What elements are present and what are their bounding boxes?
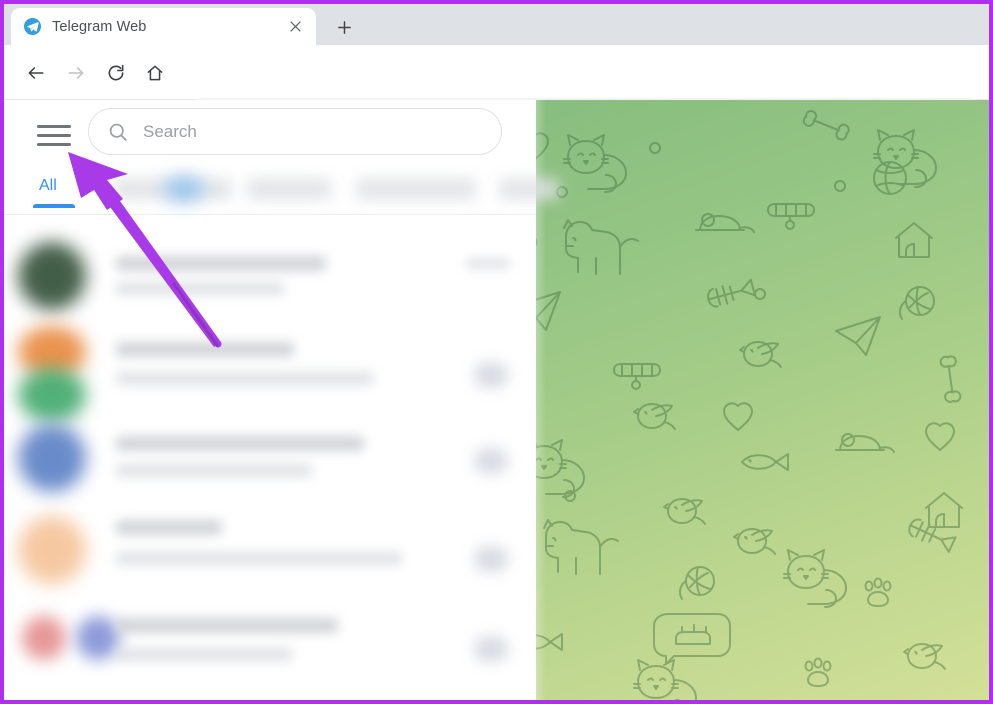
avatar[interactable] <box>18 242 86 310</box>
chat-list-item[interactable] <box>4 320 536 422</box>
chat-title-redacted <box>116 436 364 451</box>
chat-list-item[interactable] <box>4 414 536 502</box>
chat-list-item[interactable] <box>4 506 536 594</box>
search-placeholder: Search <box>143 121 197 141</box>
search-input[interactable]: Search <box>88 108 502 155</box>
chat-title-redacted <box>116 618 338 633</box>
home-icon[interactable] <box>139 57 170 88</box>
unread-badge-redacted <box>474 636 508 662</box>
chat-preview-redacted <box>116 648 292 661</box>
new-tab-button[interactable] <box>331 14 357 40</box>
unread-badge-redacted <box>474 448 508 474</box>
browser-tab-title: Telegram Web <box>52 18 147 35</box>
chat-title-redacted <box>116 256 326 271</box>
avatar[interactable] <box>18 424 86 492</box>
avatar[interactable] <box>22 616 66 660</box>
chat-preview-redacted <box>116 464 312 477</box>
browser-tab-strip: Telegram Web <box>4 4 989 45</box>
chat-background-area <box>504 100 989 700</box>
hamburger-menu-icon[interactable] <box>34 118 74 152</box>
unread-badge-redacted <box>474 362 508 388</box>
chat-preview-redacted <box>116 372 374 385</box>
folder-tab-active-indicator <box>33 204 75 208</box>
telegram-web-app: All Search <box>4 100 989 700</box>
folder-tab-redacted-3[interactable] <box>356 178 476 200</box>
avatar-secondary[interactable] <box>76 616 120 660</box>
chat-list-item[interactable] <box>4 598 536 686</box>
folder-tabs-row: All <box>4 168 559 215</box>
reload-icon[interactable] <box>100 57 131 88</box>
chat-list-item[interactable] <box>4 232 536 320</box>
telegram-paper-plane-icon <box>24 18 41 35</box>
chat-list[interactable] <box>4 216 536 700</box>
chat-background-doodle-pattern <box>510 100 979 700</box>
browser-tab[interactable]: Telegram Web <box>11 8 316 45</box>
avatar[interactable] <box>18 516 86 584</box>
folder-tab-all[interactable]: All <box>39 177 57 195</box>
chat-preview-redacted <box>116 552 402 565</box>
chat-title-redacted <box>116 520 222 535</box>
browser-window: Telegram Web All Search <box>0 0 993 704</box>
chat-title-redacted <box>116 342 294 357</box>
folder-tab-redacted-4[interactable] <box>499 178 559 200</box>
telegram-sidebar: All <box>4 100 559 700</box>
back-arrow-icon[interactable] <box>20 57 51 88</box>
folder-tab-unread-dot-1 <box>164 176 204 202</box>
folder-tab-redacted-2[interactable] <box>247 178 331 200</box>
search-icon <box>108 122 128 142</box>
chat-preview-redacted <box>116 282 284 295</box>
unread-badge-redacted <box>474 546 508 572</box>
browser-window-inner: Telegram Web All Search <box>4 4 989 700</box>
forward-arrow-icon <box>60 57 91 88</box>
chat-timestamp-redacted <box>466 258 510 269</box>
close-icon[interactable] <box>287 18 304 35</box>
browser-toolbar: web.telegram.org/k/ <box>4 45 989 131</box>
